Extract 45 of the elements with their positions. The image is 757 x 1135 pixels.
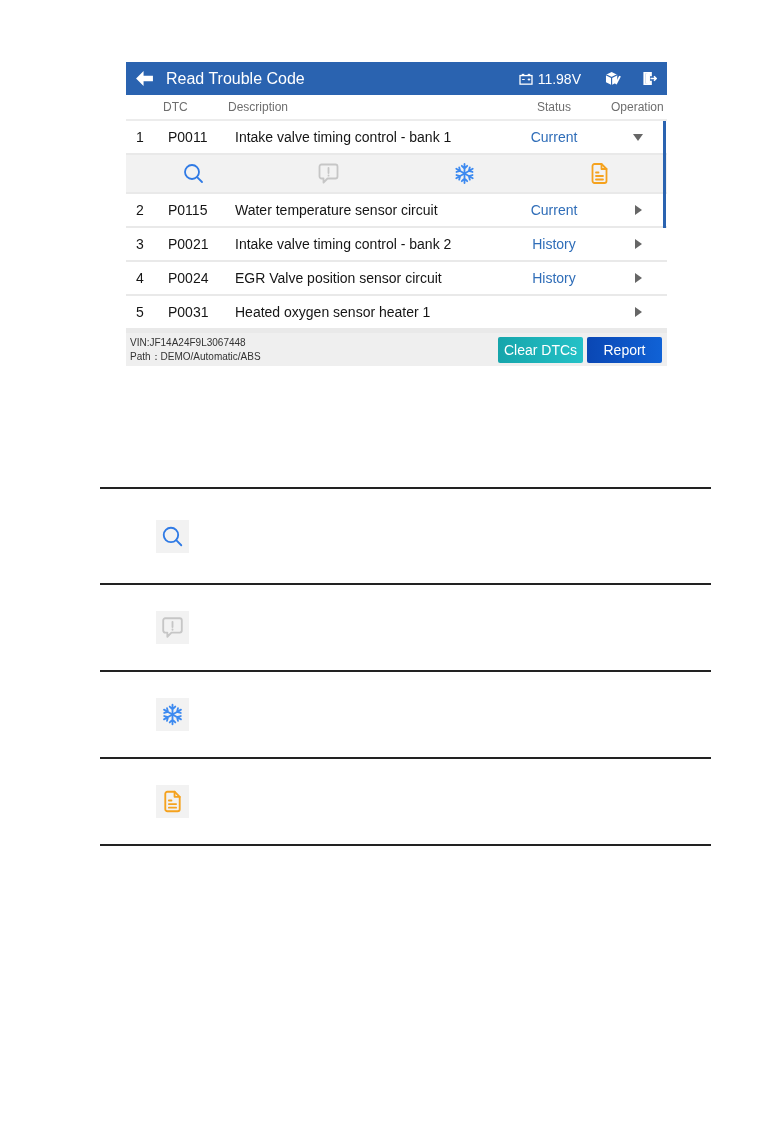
row-number: 3 <box>135 236 145 252</box>
row-number: 4 <box>135 270 145 286</box>
dtc-status: History <box>532 236 576 252</box>
dtc-row[interactable]: 5 P0031 Heated oxygen sensor heater 1 <box>126 296 667 328</box>
column-header: Description <box>228 100 290 114</box>
dtc-status: History <box>532 270 576 286</box>
dtc-description: Heated oxygen sensor heater 1 <box>234 304 432 320</box>
caret-right-icon[interactable] <box>634 307 642 317</box>
dtc-row[interactable]: 4 P0024 EGR Valve position sensor circuit History <box>126 262 667 294</box>
dtc-row[interactable]: 2 P0115 Water temperature sensor circuit Current <box>126 194 667 226</box>
caret-down-icon[interactable] <box>633 133 643 141</box>
voltage-reading: 11.98V <box>537 70 581 87</box>
screen-title: Read Trouble Code <box>166 69 305 88</box>
snowflake-icon[interactable] <box>453 163 475 184</box>
dtc-description: Water temperature sensor circuit <box>234 202 439 218</box>
dtc-description: EGR Valve position sensor circuit <box>234 270 443 286</box>
row-number: 2 <box>135 202 145 218</box>
dtc-status: Current <box>530 129 578 145</box>
vin-text: VIN:JF14A24F9L3067448 <box>130 335 247 350</box>
scroll-bar[interactable] <box>663 121 666 228</box>
column-header: Status <box>536 100 572 114</box>
dtc-row[interactable]: 3 P0021 Intake valve timing control - bank 2 History <box>126 228 667 260</box>
dtc-row[interactable]: 1 P0011 Intake valve timing control - bank 1 Current <box>126 121 667 153</box>
report-button[interactable]: Report <box>587 336 662 363</box>
caret-right-icon[interactable] <box>634 273 642 283</box>
battery-icon <box>518 72 533 85</box>
exit-door-icon[interactable] <box>642 71 657 86</box>
dtc-code: P0031 <box>167 304 210 320</box>
dtc-code: P0024 <box>167 270 210 286</box>
column-header: DTC <box>162 100 189 114</box>
dtc-code: P0011 <box>167 129 209 145</box>
back-arrow-icon[interactable] <box>136 71 153 86</box>
search-icon[interactable] <box>183 163 205 184</box>
column-header: Operation <box>610 100 665 114</box>
dtc-code: P0021 <box>167 236 210 252</box>
dtc-status: Current <box>530 202 578 218</box>
row-number: 1 <box>135 129 145 145</box>
box-pencil-icon[interactable] <box>605 71 621 86</box>
dtc-description: Intake valve timing control - bank 1 <box>234 129 453 145</box>
row-number: 5 <box>135 304 145 320</box>
dtc-description: Intake valve timing control - bank 2 <box>234 236 453 252</box>
caret-right-icon[interactable] <box>634 239 642 249</box>
path-text: Path：DEMO/Automatic/ABS <box>130 349 262 364</box>
dtc-code: P0115 <box>167 202 209 218</box>
caret-right-icon[interactable] <box>634 205 642 215</box>
